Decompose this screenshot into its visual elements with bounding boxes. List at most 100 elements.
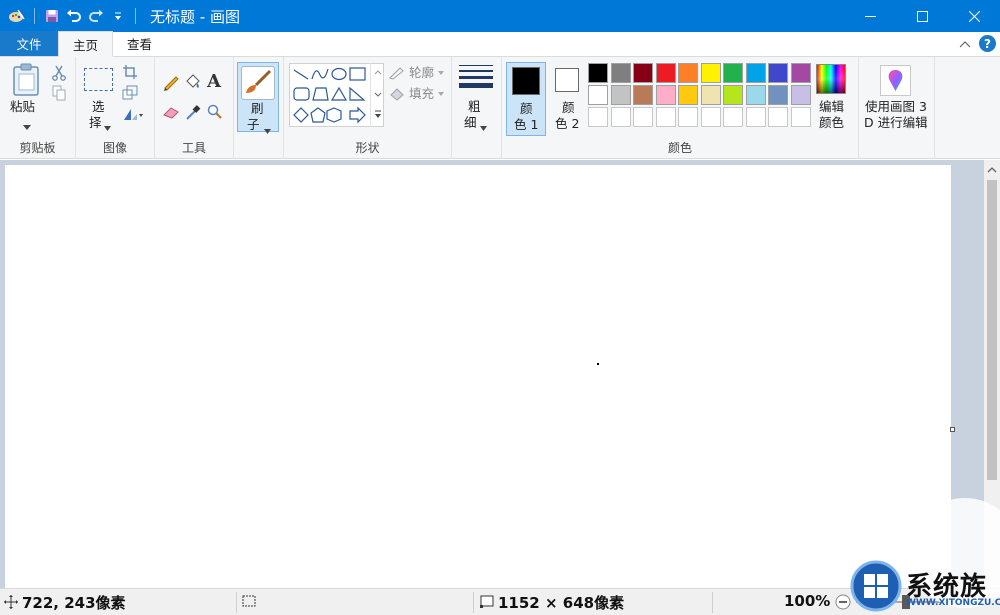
canvas-size-icon <box>479 595 495 613</box>
palette-swatch[interactable] <box>588 85 608 105</box>
redo-icon[interactable] <box>85 5 107 27</box>
image-group: 选 择 图像 <box>76 57 155 159</box>
eraser-icon[interactable] <box>162 104 180 123</box>
brushes-group: 刷 子 <box>234 57 284 159</box>
rotate-icon[interactable] <box>122 106 144 125</box>
color1-button[interactable]: 颜 色 1 <box>506 62 546 136</box>
custom-color-slot[interactable] <box>768 107 788 127</box>
size-icon[interactable] <box>459 65 493 96</box>
palette-swatch[interactable] <box>655 85 676 105</box>
color1-label-2: 色 1 <box>514 117 539 132</box>
palette-swatch[interactable] <box>610 63 631 83</box>
shapes-gallery-scroll[interactable] <box>370 63 384 127</box>
palette-swatch[interactable] <box>745 63 766 83</box>
custom-color-slot[interactable] <box>633 107 653 127</box>
ribbon: 粘贴 剪贴板 选 择 图像 A 工具 刷 子 轮廓 填充 形状 粗 细 颜 色 … <box>0 57 1000 159</box>
tab-file[interactable]: 文件 <box>0 31 58 56</box>
paint3d-label-1[interactable]: 使用画图 3 <box>865 99 927 115</box>
undo-icon[interactable] <box>63 5 85 27</box>
palette-swatch[interactable] <box>768 85 788 105</box>
custom-color-slot[interactable] <box>700 107 721 127</box>
select-label-2[interactable]: 择 <box>89 115 102 131</box>
outline-label: 轮廓 <box>409 65 435 80</box>
palette-swatch[interactable] <box>790 63 811 83</box>
maximize-button[interactable] <box>896 0 948 32</box>
custom-color-slot[interactable] <box>723 107 743 127</box>
custom-color-slot[interactable] <box>655 107 676 127</box>
select-icon[interactable] <box>84 68 113 91</box>
collapse-ribbon-icon[interactable] <box>959 37 971 51</box>
palette-swatch[interactable] <box>678 85 698 105</box>
edit-colors-label-1[interactable]: 编辑 <box>819 99 844 115</box>
magnifier-icon[interactable] <box>207 103 223 124</box>
size-label-2[interactable]: 细 <box>464 115 477 131</box>
palette-swatch[interactable] <box>633 85 653 105</box>
paste-icon[interactable] <box>12 63 42 100</box>
brushes-button[interactable]: 刷 子 <box>237 62 279 134</box>
scrollbar-thumb[interactable] <box>987 180 997 480</box>
custom-color-slot[interactable] <box>745 107 766 127</box>
tab-home[interactable]: 主页 <box>58 31 114 57</box>
palette-swatch[interactable] <box>790 85 811 105</box>
zoom-out-icon[interactable] <box>835 594 851 614</box>
select-label-1[interactable]: 选 <box>92 99 105 115</box>
palette-swatch[interactable] <box>610 85 631 105</box>
save-icon[interactable] <box>41 5 63 27</box>
minimize-button[interactable] <box>844 0 896 32</box>
crop-icon[interactable] <box>122 64 138 83</box>
colors-group-label: 颜色 <box>667 141 692 155</box>
pencil-icon[interactable] <box>162 73 180 94</box>
tab-view[interactable]: 查看 <box>113 31 166 56</box>
outline-button[interactable]: 轮廓 <box>389 65 445 81</box>
select-dropdown-icon[interactable] <box>104 120 111 134</box>
palette-swatch[interactable] <box>723 85 743 105</box>
watermark-url: WWW.XITONGZU.COM <box>906 598 1000 608</box>
palette-swatch[interactable] <box>655 63 676 83</box>
color-picker-icon[interactable] <box>185 103 201 124</box>
customize-quick-access-icon[interactable] <box>107 5 129 27</box>
canvas-resize-handle[interactable] <box>950 427 955 432</box>
selection-size-icon <box>242 595 258 613</box>
close-button[interactable] <box>948 0 1000 32</box>
custom-color-slot[interactable] <box>678 107 698 127</box>
text-tool-icon[interactable]: A <box>207 71 221 92</box>
palette-swatch[interactable] <box>768 63 788 83</box>
color2-button[interactable]: 颜 色 2 <box>550 62 590 136</box>
color1-swatch <box>512 67 540 95</box>
tools-group: A 工具 <box>155 57 234 159</box>
fill-bucket-icon[interactable] <box>184 72 202 93</box>
palette-swatch[interactable] <box>588 63 608 83</box>
shapes-group-label: 形状 <box>355 141 380 155</box>
help-icon[interactable]: ? <box>979 35 996 52</box>
colors-group: 颜 色 1 颜 色 2 编辑 颜色 颜色 <box>502 57 859 159</box>
palette-swatch[interactable] <box>745 85 766 105</box>
custom-color-slot[interactable] <box>610 107 631 127</box>
shapes-group: 轮廓 填充 形状 <box>284 57 452 159</box>
custom-color-slot[interactable] <box>588 107 608 127</box>
drawing-canvas[interactable] <box>5 165 951 593</box>
resize-icon[interactable] <box>122 85 138 104</box>
clipboard-group: 粘贴 剪贴板 <box>0 57 76 159</box>
cut-icon[interactable] <box>52 65 66 84</box>
custom-color-slot[interactable] <box>790 107 811 127</box>
paint3d-group: 使用画图 3 D 进行编辑 <box>859 57 935 159</box>
palette-swatch[interactable] <box>633 63 653 83</box>
palette-swatch[interactable] <box>700 63 721 83</box>
paint-app-icon[interactable] <box>6 5 28 27</box>
edit-colors-icon[interactable] <box>816 64 846 94</box>
edit-colors-label-2[interactable]: 颜色 <box>819 115 844 131</box>
paste-button-label[interactable]: 粘贴 <box>10 99 35 115</box>
palette-swatch[interactable] <box>723 63 743 83</box>
palette-swatch[interactable] <box>700 85 721 105</box>
window-title: 无标题 - 画图 <box>150 7 240 26</box>
palette-swatch[interactable] <box>678 63 698 83</box>
tools-group-label: 工具 <box>181 141 206 155</box>
paste-dropdown-icon[interactable] <box>23 119 31 133</box>
paint3d-icon[interactable] <box>880 65 911 96</box>
fill-button[interactable]: 填充 <box>389 86 445 102</box>
copy-icon[interactable] <box>52 85 66 104</box>
size-label-1[interactable]: 粗 <box>468 99 481 115</box>
color2-swatch <box>555 68 579 92</box>
size-dropdown-icon[interactable] <box>480 120 487 134</box>
paint3d-label-2[interactable]: D 进行编辑 <box>864 115 928 131</box>
